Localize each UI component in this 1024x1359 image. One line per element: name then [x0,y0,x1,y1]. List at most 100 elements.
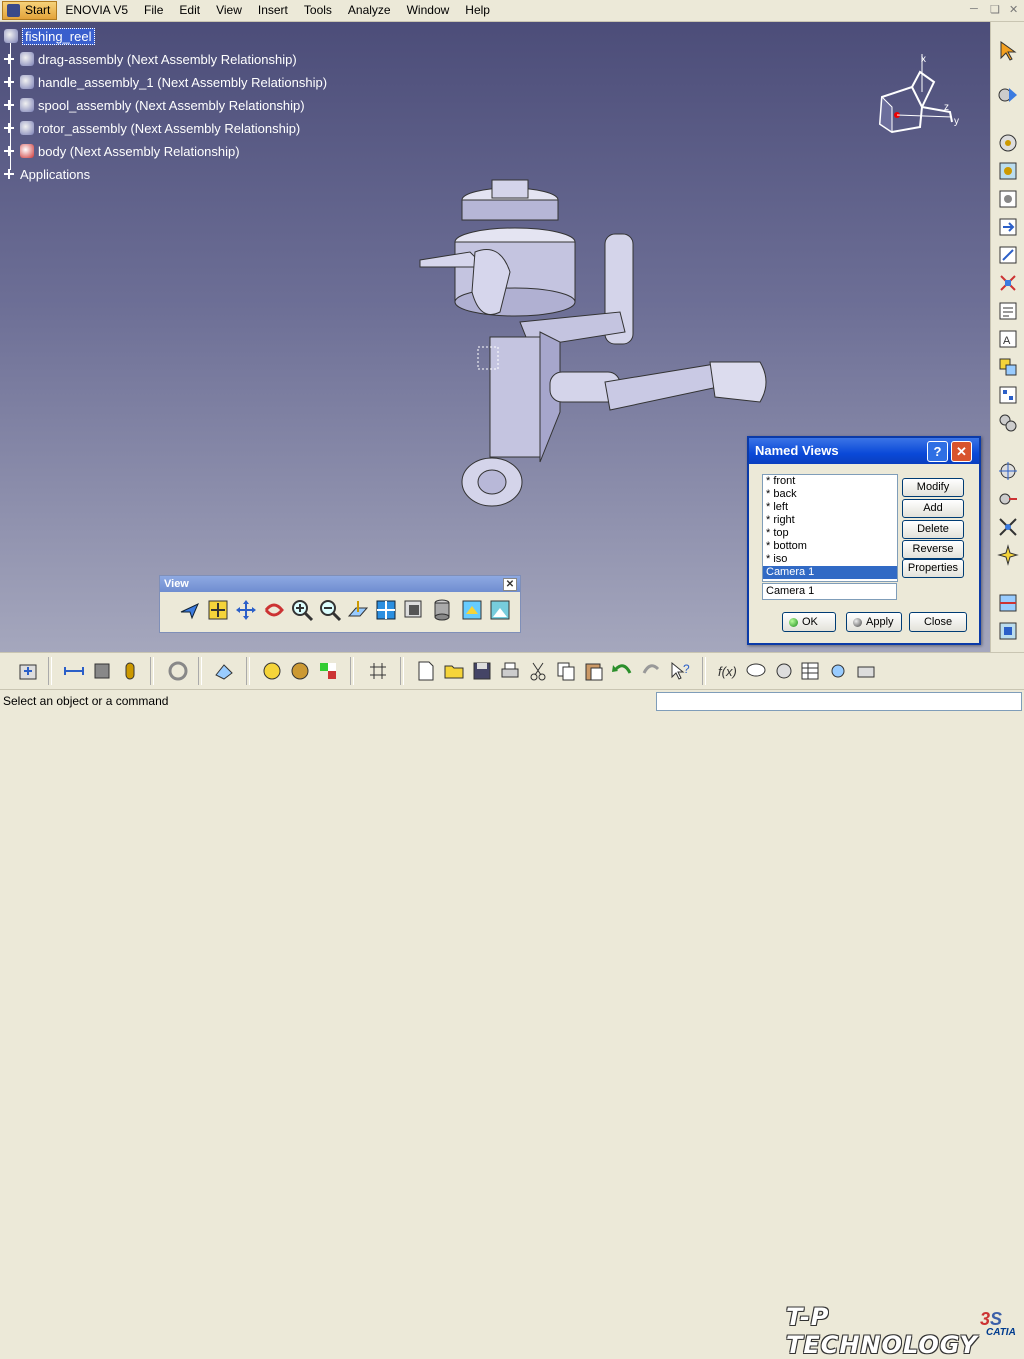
list-item-selected[interactable]: Camera 1 [763,566,897,579]
menu-analyze[interactable]: Analyze [340,0,399,21]
pan-icon[interactable] [234,598,258,622]
knowledge-icon[interactable] [826,659,850,683]
manage-representations-icon[interactable] [997,356,1019,378]
explode-icon[interactable] [997,516,1019,538]
cut-icon[interactable] [526,659,550,683]
command-input[interactable] [656,692,1022,711]
expand-icon[interactable] [4,54,14,64]
rotate-icon[interactable] [262,598,286,622]
zoom-out-icon[interactable] [318,598,342,622]
compass-widget[interactable]: x y z [872,52,972,142]
menu-window[interactable]: Window [399,0,458,21]
copy-icon[interactable] [554,659,578,683]
new-component-icon[interactable] [997,132,1019,154]
menu-file[interactable]: File [136,0,171,21]
tree-root-label[interactable]: fishing_reel [22,27,95,45]
properties-button[interactable]: Properties [902,559,964,578]
view-toolbar-titlebar[interactable]: View ✕ [160,576,520,592]
new-file-icon[interactable] [414,659,438,683]
snap-icon[interactable] [997,488,1019,510]
restore-icon[interactable]: ❏ [990,3,1000,16]
list-item[interactable]: * top [763,527,897,540]
expand-icon[interactable] [4,123,14,133]
measure-inertia-icon[interactable] [118,659,142,683]
new-product-icon[interactable] [997,160,1019,182]
named-views-icon[interactable] [460,598,484,622]
structure-icon[interactable] [854,659,878,683]
apply-button[interactable]: Apply [846,612,902,632]
tools-icon[interactable] [772,659,796,683]
coincidence-constraint-icon[interactable] [997,592,1019,614]
view-toolbar-close[interactable]: ✕ [503,578,517,591]
paste-icon[interactable] [582,659,606,683]
graph-tree-reordering-icon[interactable] [997,272,1019,294]
update-icon[interactable] [16,659,40,683]
menu-tools[interactable]: Tools [296,0,340,21]
menu-enovia[interactable]: ENOVIA V5 [57,0,136,21]
stop-manipulate-icon[interactable] [997,544,1019,566]
expand-icon[interactable] [4,100,14,110]
quick-view-icon[interactable] [402,598,426,622]
list-item[interactable]: * left [763,501,897,514]
expand-icon[interactable] [4,77,14,87]
zoom-in-icon[interactable] [290,598,314,622]
multi-view-icon[interactable] [374,598,398,622]
tree-node-drag[interactable]: drag-assembly (Next Assembly Relationshi… [4,49,297,69]
product-structure-icon[interactable] [997,84,1019,106]
generate-numbering-icon[interactable] [997,300,1019,322]
menu-edit[interactable]: Edit [171,0,208,21]
tree-node-rotor[interactable]: rotor_assembly (Next Assembly Relationsh… [4,118,300,138]
delete-button[interactable]: Delete [902,520,964,539]
fit-all-icon[interactable] [206,598,230,622]
table-icon[interactable] [798,659,822,683]
menu-help[interactable]: Help [457,0,498,21]
formula-icon[interactable]: f(x) [716,659,740,683]
manipulation-icon[interactable] [997,460,1019,482]
dialog-titlebar[interactable]: Named Views ? ✕ [749,438,979,464]
view-name-field[interactable]: Camera 1 [762,583,897,600]
new-part-icon[interactable] [997,188,1019,210]
contact-constraint-icon[interactable] [997,620,1019,642]
fly-mode-icon[interactable] [178,598,202,622]
views-list[interactable]: * front * back * left * right * top * bo… [762,474,898,582]
replace-component-icon[interactable] [997,244,1019,266]
menu-start[interactable]: Start [2,1,58,20]
render-style-icon[interactable] [430,598,454,622]
tree-node-spool[interactable]: spool_assembly (Next Assembly Relationsh… [4,95,305,115]
save-icon[interactable] [470,659,494,683]
tree-node-handle[interactable]: handle_assembly_1 (Next Assembly Relatio… [4,72,327,92]
minimize-icon[interactable]: ─ [970,3,978,15]
normal-view-icon[interactable] [346,598,370,622]
modify-button[interactable]: Modify [902,478,964,497]
expand-icon[interactable] [4,169,14,179]
undo-icon[interactable] [610,659,634,683]
sphere-icon[interactable] [288,659,312,683]
close-button[interactable]: Close [909,612,967,632]
list-item[interactable]: * back [763,488,897,501]
list-item[interactable]: * bottom [763,540,897,553]
grid-snap-icon[interactable] [366,659,390,683]
dialog-close-button[interactable]: ✕ [951,441,972,462]
comment-icon[interactable] [744,659,768,683]
tree-root[interactable]: fishing_reel [4,26,95,46]
eraser-icon[interactable] [212,659,236,683]
redo-icon[interactable] [640,659,664,683]
fast-multi-instantiation-icon[interactable] [997,412,1019,434]
catalog-browser-icon[interactable] [166,659,190,683]
print-icon[interactable] [498,659,522,683]
help-button[interactable]: ? [927,441,948,462]
close-window-icon[interactable]: ✕ [1009,3,1018,16]
list-item[interactable]: * front [763,475,897,488]
hide-show-icon[interactable] [488,598,512,622]
whats-this-icon[interactable]: ? [668,659,692,683]
open-folder-icon[interactable] [442,659,466,683]
select-arrow-icon[interactable] [997,40,1019,62]
material-icon[interactable] [316,659,340,683]
reverse-button[interactable]: Reverse [902,540,964,559]
fishing-reel-model[interactable] [400,172,780,512]
multi-instantiation-icon[interactable] [997,384,1019,406]
menu-view[interactable]: View [208,0,250,21]
list-item[interactable]: * right [763,514,897,527]
ok-button[interactable]: OK [782,612,836,632]
measure-between-icon[interactable] [62,659,86,683]
